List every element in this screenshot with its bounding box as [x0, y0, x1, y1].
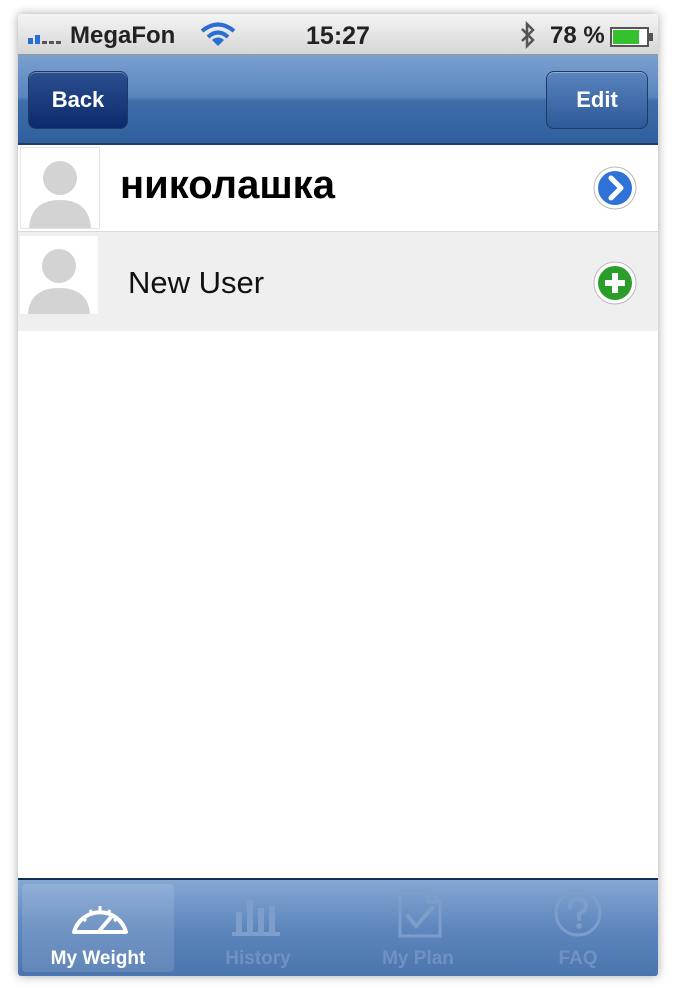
battery-icon [610, 26, 654, 54]
avatar-placeholder [20, 236, 98, 314]
status-bar: MegaFon 15:27 78 % [18, 14, 658, 55]
user-list: николашка New User [18, 145, 658, 331]
tab-faq[interactable]: FAQ [502, 884, 654, 972]
edit-button[interactable]: Edit [546, 71, 648, 129]
tab-history[interactable]: History [182, 884, 334, 972]
question-icon [554, 889, 602, 937]
tab-label: My Weight [50, 948, 146, 969]
phone-screen: MegaFon 15:27 78 % Back Edit николашка N… [18, 14, 658, 976]
gauge-icon [72, 906, 128, 934]
tab-label: My Plan [382, 948, 454, 969]
tab-bar: My Weight History My Plan FAQ [18, 878, 658, 976]
new-user-row[interactable]: New User [18, 232, 658, 331]
new-user-label: New User [128, 265, 265, 300]
battery-percent: 78 % [550, 22, 605, 49]
chevron-right-icon[interactable] [592, 165, 638, 211]
tab-my-weight[interactable]: My Weight [22, 884, 174, 972]
user-name: николашка [120, 163, 335, 207]
tab-label: History [225, 948, 291, 969]
tab-my-plan[interactable]: My Plan [342, 884, 494, 972]
user-row[interactable]: николашка [18, 145, 658, 232]
avatar [20, 147, 100, 229]
tab-label: FAQ [558, 948, 598, 969]
add-icon[interactable] [592, 260, 638, 306]
navigation-bar: Back Edit [18, 55, 658, 145]
bar-chart-icon [232, 900, 280, 936]
bluetooth-icon [518, 20, 538, 56]
checklist-icon [398, 888, 442, 938]
back-button[interactable]: Back [28, 71, 128, 129]
